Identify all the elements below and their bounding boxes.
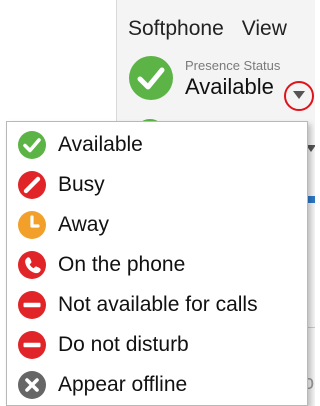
menu-option-on-the-phone[interactable]: On the phone <box>7 247 307 283</box>
presence-status-menu: Available Busy Away On the phone Not ava… <box>6 121 308 406</box>
menu-option-label: Busy <box>58 173 105 196</box>
minus-circle-icon <box>17 330 47 360</box>
menu-option-label: Away <box>58 213 109 236</box>
menu-softphone[interactable]: Softphone <box>128 17 224 47</box>
offline-x-icon <box>17 370 47 400</box>
menu-view[interactable]: View <box>242 17 287 47</box>
softphone-window: Softphone View Presence Status Available… <box>0 0 315 406</box>
menu-option-not-available-for-calls[interactable]: Not available for calls <box>7 287 307 323</box>
menu-option-busy[interactable]: Busy <box>7 167 307 203</box>
menu-option-appear-offline[interactable]: Appear offline <box>7 367 307 403</box>
menu-option-label: Available <box>58 133 143 156</box>
phone-icon <box>17 250 47 280</box>
menu-option-label: Not available for calls <box>58 293 258 316</box>
available-check-icon <box>128 55 174 101</box>
menubar: Softphone View <box>128 17 287 47</box>
caret-down-icon <box>292 87 306 105</box>
minus-circle-icon <box>17 290 47 320</box>
menu-option-label: On the phone <box>58 253 186 276</box>
menu-option-do-not-disturb[interactable]: Do not disturb <box>7 327 307 363</box>
presence-value: Available <box>185 74 274 99</box>
menu-option-label: Appear offline <box>58 373 188 396</box>
away-clock-icon <box>17 210 47 240</box>
available-check-icon <box>17 130 47 160</box>
busy-slash-icon <box>17 170 47 200</box>
menu-option-away[interactable]: Away <box>7 207 307 243</box>
menu-option-label: Do not disturb <box>58 333 189 356</box>
presence-dropdown-button[interactable] <box>284 81 314 111</box>
menu-option-available[interactable]: Available <box>7 127 307 163</box>
presence-caption: Presence Status <box>185 58 281 73</box>
